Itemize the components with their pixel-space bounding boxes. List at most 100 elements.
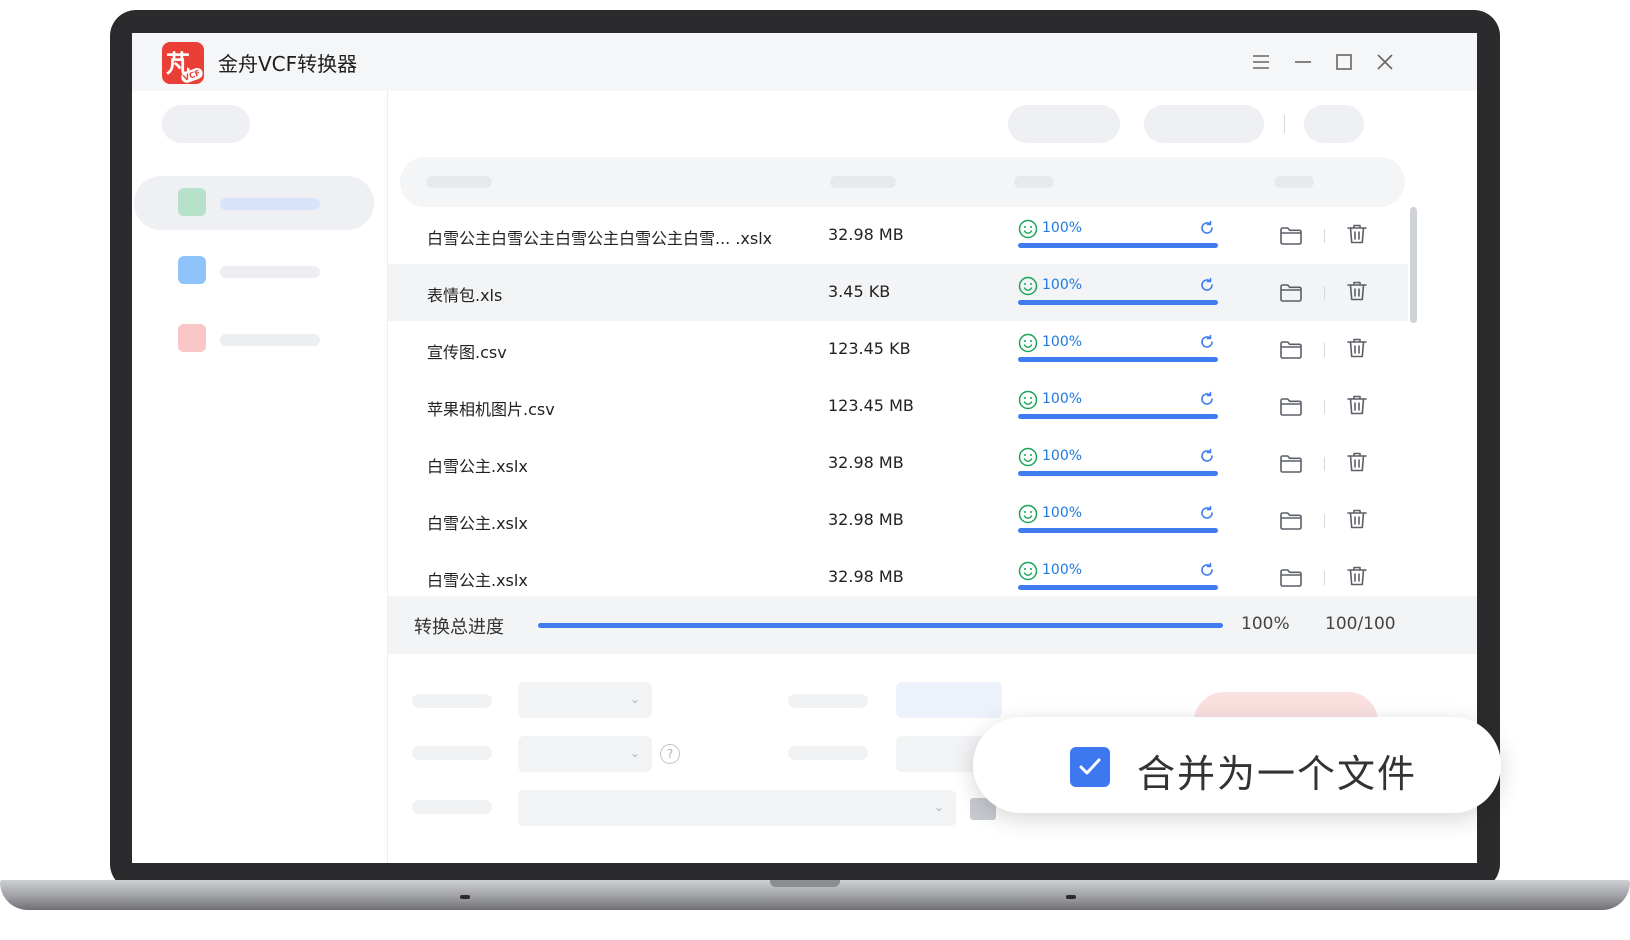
refresh-icon[interactable] — [1198, 219, 1216, 237]
file-name: 白雪公主.xslx — [427, 457, 528, 476]
app-logo-icon: 芃 VCF — [162, 42, 204, 84]
title-bar: 芃 VCF 金舟VCF转换器 — [132, 33, 1477, 91]
maximize-icon[interactable] — [1332, 50, 1356, 74]
open-folder-icon[interactable] — [1278, 336, 1304, 362]
total-progress-label: 转换总进度 — [414, 617, 504, 638]
open-folder-icon[interactable] — [1278, 279, 1304, 305]
table-row[interactable]: 表情包.xls 3.45 KB 100% — [388, 264, 1408, 321]
sidebar-item-2-icon[interactable] — [178, 256, 206, 284]
open-folder-icon[interactable] — [1278, 450, 1304, 476]
open-folder-icon[interactable] — [1278, 564, 1304, 590]
table-row[interactable]: 白雪公主白雪公主白雪公主白雪公主白雪... .xslx 32.98 MB 100% — [388, 207, 1408, 264]
open-folder-icon[interactable] — [1278, 507, 1304, 533]
close-icon[interactable] — [1373, 50, 1397, 74]
action-divider — [1324, 343, 1325, 357]
file-size: 123.45 MB — [828, 396, 914, 415]
setting-label-placeholder — [412, 800, 492, 814]
refresh-icon[interactable] — [1198, 447, 1216, 465]
total-progress-bar — [538, 623, 1223, 628]
refresh-icon[interactable] — [1198, 561, 1216, 579]
file-progress: 100% — [1018, 329, 1218, 362]
setting-label-placeholder — [788, 694, 868, 708]
merge-checkbox[interactable] — [1070, 747, 1110, 787]
help-icon[interactable]: ? — [660, 744, 680, 764]
file-progress-bar — [1018, 585, 1218, 590]
delete-icon[interactable] — [1344, 221, 1370, 247]
setting-select[interactable]: ⌄ — [518, 736, 652, 772]
merge-option-card: 合并为一个文件 — [973, 717, 1501, 813]
smile-icon — [1018, 504, 1038, 524]
toolbar-button-placeholder[interactable] — [1304, 105, 1364, 143]
table-row[interactable]: 白雪公主.xslx 32.98 MB 100% — [388, 435, 1408, 492]
table-row[interactable]: 苹果相机图片.csv 123.45 MB 100% — [388, 378, 1408, 435]
refresh-icon[interactable] — [1198, 504, 1216, 522]
file-name: 表情包.xls — [427, 286, 503, 305]
action-divider — [1324, 286, 1325, 300]
file-progress-percent: 100% — [1042, 334, 1083, 350]
sidebar-header-placeholder — [162, 105, 250, 143]
sidebar — [132, 91, 388, 863]
setting-label-placeholder — [412, 694, 492, 708]
open-folder-icon[interactable] — [1278, 222, 1304, 248]
file-size: 32.98 MB — [828, 225, 904, 244]
file-name: 白雪公主.xslx — [427, 571, 528, 590]
open-folder-icon[interactable] — [1278, 393, 1304, 419]
sidebar-item-2-label[interactable] — [220, 266, 320, 278]
delete-icon[interactable] — [1344, 392, 1370, 418]
delete-icon[interactable] — [1344, 506, 1370, 532]
setting-select[interactable]: ⌄ — [518, 682, 652, 718]
laptop-foot — [460, 895, 470, 899]
sidebar-item-3-label[interactable] — [220, 334, 320, 346]
file-name: 白雪公主白雪公主白雪公主白雪公主白雪... .xslx — [427, 229, 773, 248]
setting-label-placeholder — [788, 746, 868, 760]
delete-icon[interactable] — [1344, 278, 1370, 304]
toolbar-button-placeholder[interactable] — [1008, 105, 1120, 143]
chevron-down-icon: ⌄ — [629, 746, 640, 760]
file-size: 32.98 MB — [828, 567, 904, 586]
file-name: 宣传图.csv — [427, 343, 507, 362]
output-path-select[interactable]: ⌄ — [518, 790, 956, 826]
menu-icon[interactable] — [1249, 50, 1273, 74]
file-progress: 100% — [1018, 443, 1218, 476]
action-divider — [1324, 457, 1325, 471]
chevron-down-icon: ⌄ — [933, 800, 944, 814]
scrollbar[interactable] — [1410, 207, 1417, 323]
file-progress-bar — [1018, 243, 1218, 248]
checkmark-icon — [1079, 758, 1101, 775]
delete-icon[interactable] — [1344, 335, 1370, 361]
app-title: 金舟VCF转换器 — [218, 52, 358, 76]
header-name-placeholder — [426, 176, 492, 188]
delete-icon[interactable] — [1344, 563, 1370, 589]
toolbar-button-placeholder[interactable] — [1144, 105, 1264, 143]
action-divider — [1324, 571, 1325, 585]
header-actions-placeholder — [1274, 176, 1314, 188]
smile-icon — [1018, 219, 1038, 239]
setting-input[interactable] — [896, 682, 1002, 718]
delete-icon[interactable] — [1344, 449, 1370, 475]
table-row[interactable]: 宣传图.csv 123.45 KB 100% — [388, 321, 1408, 378]
refresh-icon[interactable] — [1198, 276, 1216, 294]
file-progress: 100% — [1018, 215, 1218, 248]
file-progress-percent: 100% — [1042, 448, 1083, 464]
minimize-icon[interactable] — [1291, 50, 1315, 74]
smile-icon — [1018, 333, 1038, 353]
refresh-icon[interactable] — [1198, 390, 1216, 408]
toolbar-divider — [1284, 115, 1285, 133]
total-progress-count: 100/100 — [1325, 614, 1396, 634]
file-progress-bar — [1018, 414, 1218, 419]
action-divider — [1324, 514, 1325, 528]
refresh-icon[interactable] — [1198, 333, 1216, 351]
file-progress-percent: 100% — [1042, 391, 1083, 407]
file-progress: 100% — [1018, 386, 1218, 419]
laptop-notch — [770, 880, 840, 887]
smile-icon — [1018, 276, 1038, 296]
file-progress: 100% — [1018, 557, 1218, 590]
header-size-placeholder — [830, 176, 896, 188]
table-row[interactable]: 白雪公主.xslx 32.98 MB 100% — [388, 492, 1408, 549]
total-progress-percent: 100% — [1241, 614, 1290, 634]
laptop-foot — [1066, 895, 1076, 899]
file-name: 苹果相机图片.csv — [427, 400, 555, 419]
file-size: 32.98 MB — [828, 510, 904, 529]
sidebar-item-3-icon[interactable] — [178, 324, 206, 352]
merge-option-label[interactable]: 合并为一个文件 — [1137, 743, 1417, 798]
